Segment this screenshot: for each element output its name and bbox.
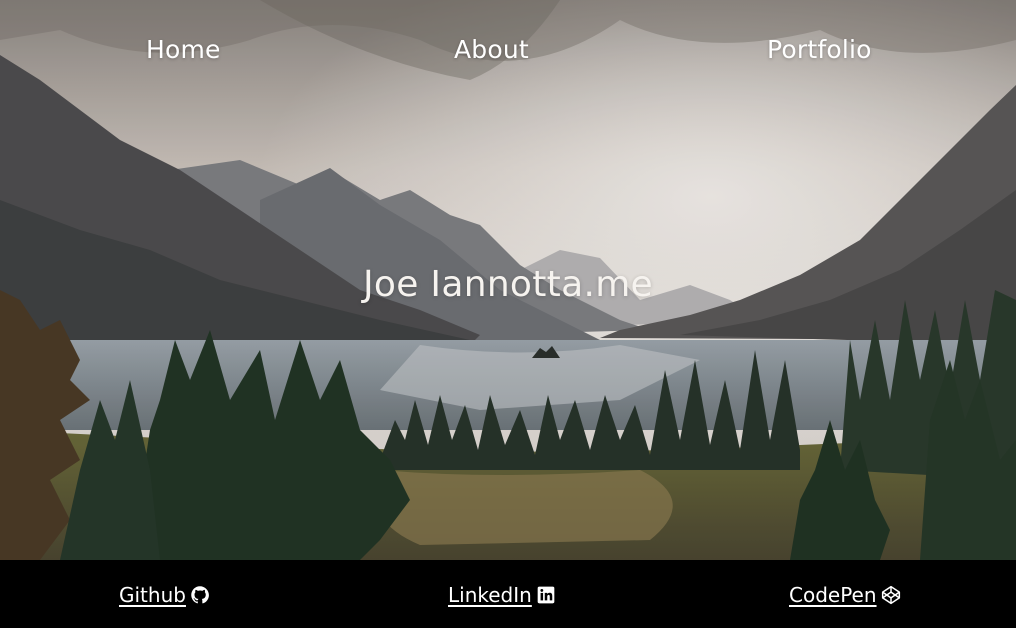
github-icon [190,585,210,605]
footer-link-github[interactable]: Github [119,581,210,609]
linkedin-icon [536,585,556,605]
site-title: Joe Iannotta.me [362,264,654,305]
top-navigation: Home About Portfolio [0,0,1016,100]
codepen-icon [881,585,901,605]
footer-link-codepen-label: CodePen [789,583,877,607]
footer-link-linkedin[interactable]: LinkedIn [448,581,556,609]
nav-link-home[interactable]: Home [146,33,221,67]
footer: Github LinkedIn CodePen [0,560,1016,628]
nav-link-about[interactable]: About [454,33,529,67]
footer-link-github-label: Github [119,583,186,607]
footer-link-codepen[interactable]: CodePen [789,581,901,609]
hero-section: Home About Portfolio Joe Iannotta.me [0,0,1016,560]
footer-link-linkedin-label: LinkedIn [448,583,532,607]
nav-link-portfolio[interactable]: Portfolio [767,33,872,67]
